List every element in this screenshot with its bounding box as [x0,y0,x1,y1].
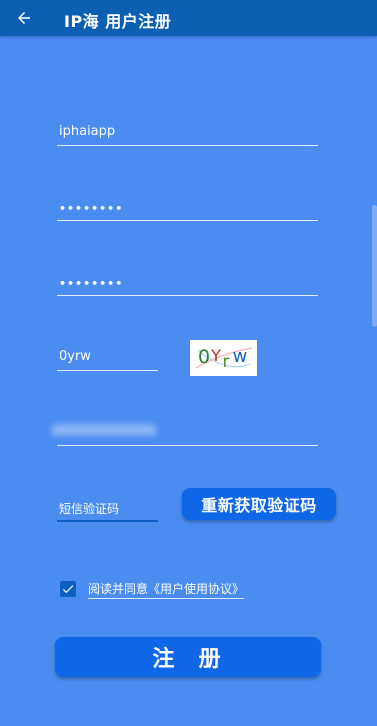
back-button[interactable] [10,4,38,32]
username-value: iphaiapp [59,124,116,139]
captcha-input-value: 0yrw [59,349,91,364]
arrow-left-icon [18,12,30,24]
page-title: IP海 用户注册 [64,12,172,31]
confirm-password-field[interactable]: •••••••• [57,269,318,296]
username-field[interactable]: iphaiapp [57,118,318,146]
confirm-password-value: •••••••• [59,277,124,290]
agreement-link[interactable]: 阅读并同意《用户使用协议》 [88,580,245,599]
sms-code-field[interactable]: 短信验证码 [57,495,158,522]
captcha-input[interactable]: 0yrw [57,345,158,371]
password-value: •••••••• [59,202,124,215]
captcha-image[interactable]: 0 Y r w [190,340,257,376]
captcha-char-2: Y [210,346,221,365]
phone-value-blurred [51,424,157,436]
agreement-checkbox[interactable] [60,581,76,597]
register-button[interactable]: 注 册 [55,637,321,677]
scroll-indicator[interactable] [372,205,377,327]
agreement-row: 阅读并同意《用户使用协议》 [60,580,245,599]
phone-field[interactable] [51,424,318,446]
password-field[interactable]: •••••••• [57,194,318,221]
resend-code-button[interactable]: 重新获取验证码 [182,488,336,520]
captcha-char-3: r [223,352,230,372]
check-icon [62,585,74,594]
app-bar: IP海 用户注册 [0,0,377,36]
captcha-graphic: 0 Y r w [195,346,253,372]
sms-code-placeholder: 短信验证码 [59,502,120,516]
captcha-char-4: w [233,346,248,367]
captcha-char-1: 0 [198,346,210,368]
